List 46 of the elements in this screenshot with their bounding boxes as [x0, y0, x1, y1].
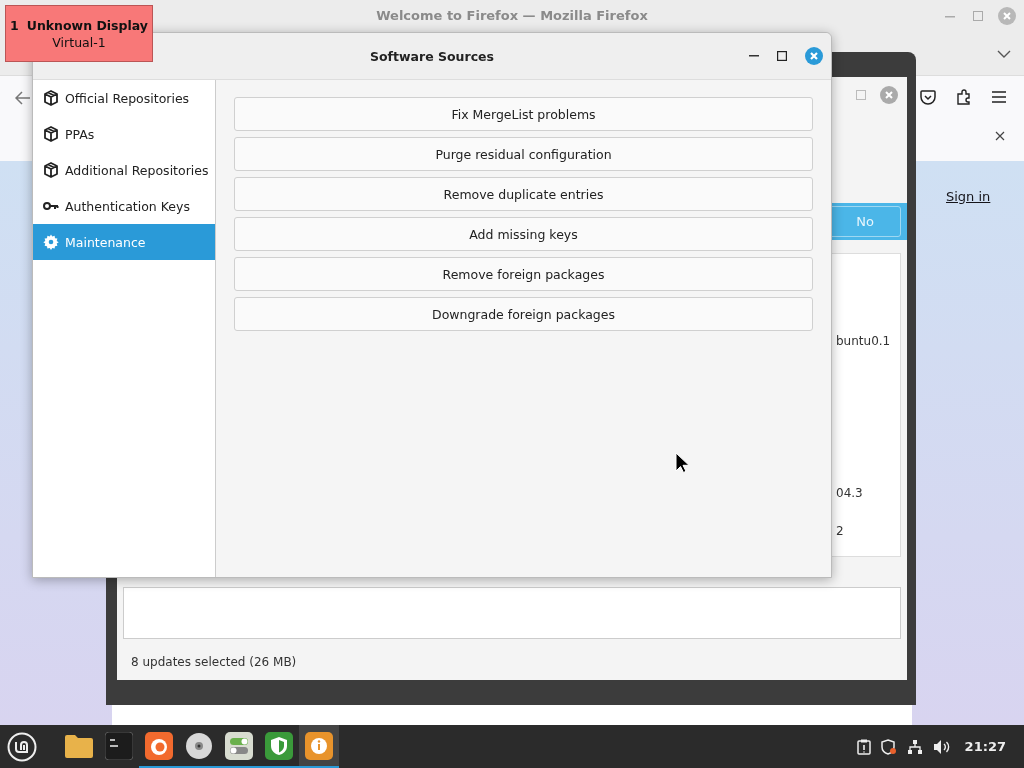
window-title: Welcome to Firefox — Mozilla Firefox: [376, 8, 648, 23]
disc-icon: [185, 731, 213, 760]
network-icon[interactable]: [906, 738, 923, 755]
pocket-icon[interactable]: [920, 90, 936, 105]
folder-icon: [65, 733, 93, 758]
shield-icon: [265, 731, 293, 760]
back-arrow-icon[interactable]: [15, 91, 31, 105]
action-button[interactable]: Remove duplicate entries: [234, 177, 813, 211]
key-icon: [43, 201, 59, 211]
action-button[interactable]: Downgrade foreign packages: [234, 297, 813, 331]
display-output: Virtual-1: [52, 34, 106, 50]
status-text: 8 updates selected (26 MB): [131, 655, 297, 669]
sidebar-item[interactable]: PPAs: [33, 116, 215, 152]
chevron-down-icon[interactable]: [997, 50, 1011, 58]
version-text: 04.3: [836, 486, 863, 500]
package-icon: [43, 126, 59, 142]
menu-logo-icon[interactable]: [7, 731, 37, 762]
info-icon: [305, 731, 333, 760]
sign-in-link[interactable]: Sign in: [946, 189, 991, 204]
action-button[interactable]: Fix MergeList problems: [234, 97, 813, 131]
pointer-icon: [675, 452, 691, 474]
clock-text[interactable]: 21:27: [964, 739, 1006, 754]
puzzle-icon[interactable]: [956, 89, 972, 105]
version-text: buntu0.1: [836, 334, 891, 348]
sidebar-item[interactable]: Authentication Keys: [33, 188, 215, 224]
version-text: 2: [836, 524, 844, 538]
terminal-icon: [105, 731, 133, 760]
menu-icon[interactable]: [992, 91, 1006, 103]
sidebar-item[interactable]: Additional Repositories: [33, 152, 215, 188]
toggles-icon: [225, 731, 253, 760]
package-icon: [43, 162, 59, 178]
minimize-icon[interactable]: [749, 55, 759, 57]
maximize-icon[interactable]: [777, 51, 787, 61]
display-name: 1 Unknown Display: [10, 17, 148, 33]
gear-icon: [43, 234, 59, 250]
window-title: Software Sources: [370, 48, 494, 64]
volume-icon[interactable]: [932, 738, 951, 755]
package-icon: [43, 90, 59, 106]
sidebar-item[interactable]: Official Repositories: [33, 80, 215, 116]
clipboard-icon[interactable]: [856, 738, 871, 755]
shield-icon[interactable]: [880, 738, 897, 755]
action-button[interactable]: Remove foreign packages: [234, 257, 813, 291]
action-button[interactable]: Add missing keys: [234, 217, 813, 251]
close-icon[interactable]: [995, 131, 1005, 141]
taskbar-app[interactable]: [299, 725, 339, 768]
action-button[interactable]: Purge residual configuration: [234, 137, 813, 171]
